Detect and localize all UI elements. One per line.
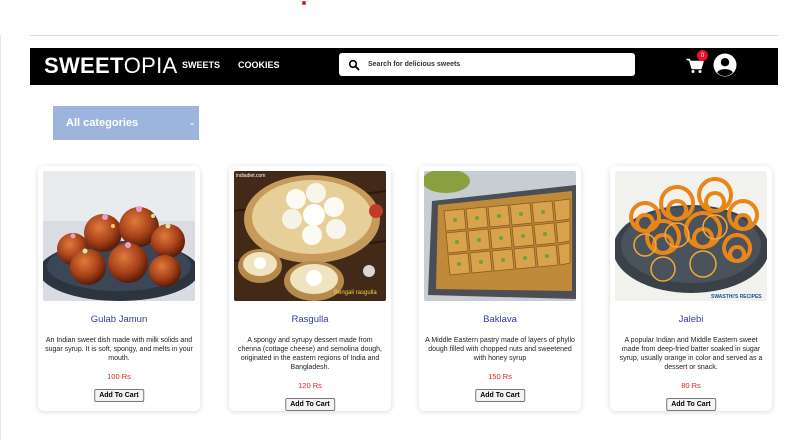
product-description: A popular Indian and Middle Eastern swee… [619,337,763,371]
product-image-baklava [424,171,576,301]
product-name[interactable]: Jalebi [610,314,772,325]
left-divider [0,35,1,440]
product-description: A Middle Eastern pastry made of layers o… [425,337,575,362]
product-card-baklava: Baklava A Middle Eastern pastry made of … [419,166,581,411]
product-card-rasgulla: indiadiet.com Bengali rasgulla Rasgulla … [229,166,391,411]
add-to-cart-button[interactable]: Add To Cart [475,389,525,402]
nav-cookies-link[interactable]: COOKIES [238,60,280,70]
image-caption: Bengali rasgulla [334,290,377,296]
svg-text:indiadiet.com: indiadiet.com [236,173,265,179]
product-name[interactable]: Rasgulla [229,314,391,325]
decorative-dot [302,1,306,5]
cart-count-badge: 0 [697,50,708,61]
navbar: SWEETOPIA SWEETS COOKIES Search for deli… [30,48,778,85]
image-caption: SWASTHI'S RECIPES [711,294,762,300]
search-icon [348,59,360,70]
user-icon[interactable] [713,53,737,77]
add-to-cart-button[interactable]: Add To Cart [94,389,144,402]
product-price: 120 Rs [298,381,322,390]
product-image-gulab-jamun [43,171,195,301]
product-card-jalebi: SWASTHI'S RECIPES Jalebi A popular India… [610,166,772,411]
product-price: 100 Rs [107,372,131,381]
product-description: A spongy and syrupy dessert made from ch… [238,337,382,371]
category-select-value: All categories [66,117,139,129]
add-to-cart-button[interactable]: Add To Cart [285,398,335,411]
logo[interactable]: SWEETOPIA [44,53,178,79]
nav-sweets-link[interactable]: SWEETS [182,60,220,70]
category-select[interactable]: All categories ⌄ [53,106,199,140]
search-placeholder: Search for delicious sweets [368,61,461,68]
chevron-down-icon: ⌄ [189,120,195,127]
search-input[interactable]: Search for delicious sweets [339,53,635,76]
product-description: An Indian sweet dish made with milk soli… [45,337,193,362]
product-image-rasgulla: indiadiet.com Bengali rasgulla [234,171,386,301]
product-name[interactable]: Baklava [419,314,581,325]
product-price: 80 Rs [681,381,701,390]
product-image-jalebi: SWASTHI'S RECIPES [615,171,767,301]
top-divider [30,35,778,36]
product-price: 150 Rs [488,372,512,381]
product-card-gulab-jamun: Gulab Jamun An Indian sweet dish made wi… [38,166,200,411]
product-name[interactable]: Gulab Jamun [38,314,200,325]
add-to-cart-button[interactable]: Add To Cart [666,398,716,411]
